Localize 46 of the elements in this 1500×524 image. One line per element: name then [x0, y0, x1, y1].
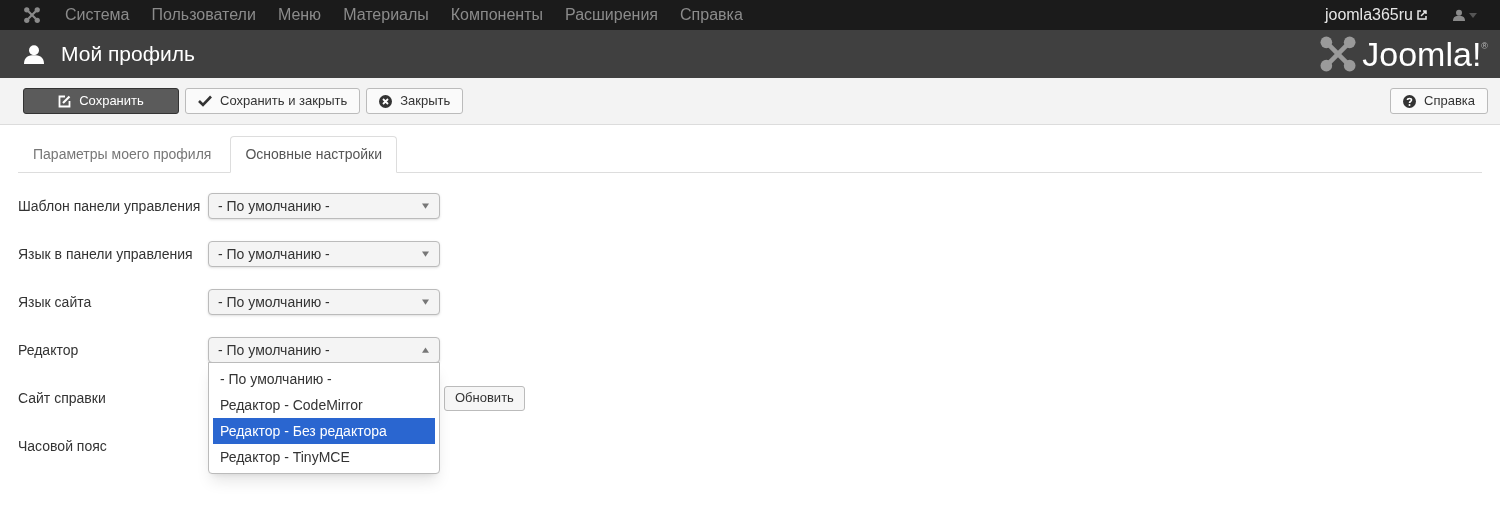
close-icon — [379, 94, 393, 108]
menu-item[interactable]: Меню — [277, 3, 322, 27]
menu-item[interactable]: Система — [65, 3, 130, 27]
joomla-logo-icon — [23, 6, 41, 24]
dropdown-option[interactable]: - По умолчанию - — [213, 366, 435, 392]
toolbar-button[interactable]: Сохранить — [23, 88, 179, 114]
page-title: Мой профиль — [61, 41, 195, 68]
menu-item[interactable]: Компоненты — [450, 3, 543, 27]
menu-item[interactable]: Справка — [680, 3, 743, 27]
field-label: Язык в панели управления — [18, 244, 194, 264]
field-label: Шаблон панели управления — [18, 196, 202, 216]
help-button[interactable]: Справка — [1390, 88, 1488, 114]
select-field[interactable]: - По умолчанию - — [208, 241, 440, 267]
caret-down-icon — [422, 203, 429, 209]
dropdown-option[interactable]: Редактор - TinyMCE — [213, 444, 435, 470]
field-label: Редактор — [18, 340, 80, 360]
dropdown-option[interactable]: Редактор - CodeMirror — [213, 392, 435, 418]
tab[interactable]: Параметры моего профиля — [18, 136, 227, 173]
select-field[interactable]: - По умолчанию - — [208, 289, 440, 315]
logo-text: Joomla! — [1362, 37, 1482, 71]
check-icon — [198, 95, 212, 107]
menu-item[interactable]: Расширения — [565, 3, 659, 27]
toolbar-button[interactable]: Закрыть — [366, 88, 464, 114]
user-menu-button[interactable] — [1453, 9, 1477, 21]
refresh-button[interactable]: Обновить — [444, 385, 525, 411]
caret-down-icon — [422, 299, 429, 305]
edit-icon — [58, 94, 72, 108]
question-icon — [1403, 94, 1416, 108]
registered-mark: ® — [1481, 40, 1488, 51]
menu-item[interactable]: Пользователи — [151, 3, 256, 27]
field-label: Сайт справки — [18, 388, 107, 408]
caret-icon — [1469, 12, 1477, 18]
site-link[interactable]: joomla365ru — [1324, 3, 1427, 27]
select-field[interactable]: - По умолчанию - — [208, 193, 440, 219]
caret-up-icon — [422, 347, 429, 353]
external-link-icon — [1417, 10, 1427, 20]
menu-item[interactable]: Материалы — [343, 3, 429, 27]
dropdown-option[interactable]: Редактор - Без редактора — [213, 418, 435, 444]
tab[interactable]: Основные настройки — [230, 136, 398, 173]
user-icon — [24, 44, 44, 64]
user-icon — [1453, 9, 1465, 21]
field-label: Язык сайта — [18, 292, 93, 312]
toolbar-button[interactable]: Сохранить и закрыть — [185, 88, 361, 114]
field-label: Часовой пояс — [18, 436, 108, 456]
caret-down-icon — [422, 251, 429, 257]
select-field[interactable]: - По умолчанию - — [208, 337, 440, 363]
